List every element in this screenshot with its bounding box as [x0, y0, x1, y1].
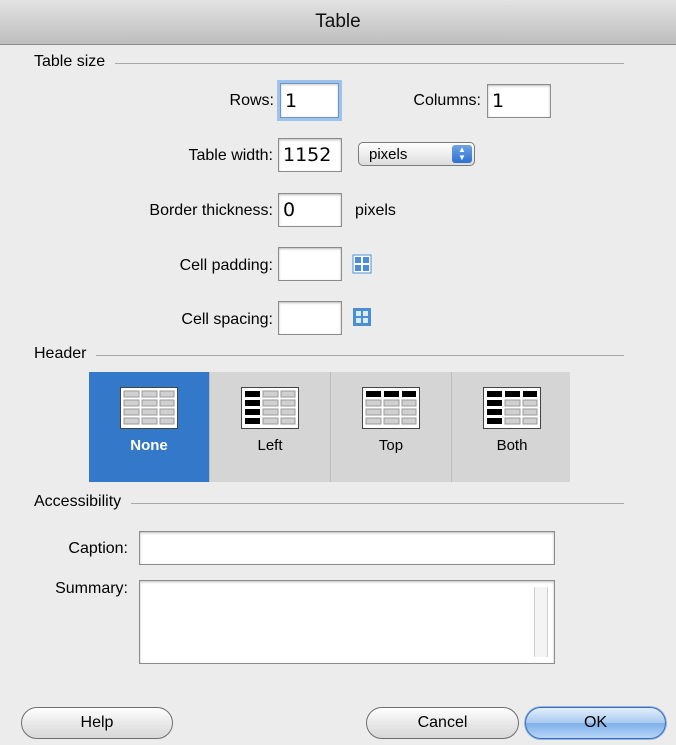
window-title: Table — [315, 11, 361, 32]
header-option-top[interactable]: Top — [331, 372, 451, 482]
header-option-label: Top — [378, 437, 404, 454]
table-size-heading: Table size — [34, 53, 106, 70]
table-size-section: Table size — [34, 53, 624, 71]
table-width-label: Table width: — [188, 147, 274, 164]
header-option-both[interactable]: Both — [452, 372, 572, 482]
cell-spacing-icon — [353, 308, 371, 326]
cell-padding-icon — [352, 254, 372, 274]
caption-label: Caption: — [68, 540, 128, 557]
header-section: Header — [34, 345, 624, 363]
header-option-label: Both — [496, 437, 528, 454]
ok-button-label: OK — [583, 714, 608, 731]
summary-label: Summary: — [55, 580, 128, 597]
header-option-left[interactable]: Left — [210, 372, 330, 482]
header-option-none[interactable]: None — [89, 372, 209, 482]
border-unit-label: pixels — [355, 202, 396, 219]
width-unit-select[interactable]: pixels ▲ ▼ — [358, 142, 475, 166]
section-divider — [96, 354, 624, 356]
table-width-input[interactable] — [278, 138, 342, 172]
help-button-label: Help — [80, 714, 114, 731]
header-option-label: None — [130, 437, 168, 454]
accessibility-heading: Accessibility — [34, 493, 122, 510]
header-option-label: Left — [257, 437, 283, 454]
accessibility-section: Accessibility — [34, 493, 624, 511]
table-dialog: Table Table size Rows: Columns: Table wi… — [0, 0, 676, 745]
cell-padding-label: Cell padding: — [179, 257, 273, 274]
header-both-icon — [483, 387, 541, 429]
summary-textarea[interactable] — [139, 580, 555, 664]
updown-arrows-icon: ▲ ▼ — [452, 145, 472, 163]
section-divider — [131, 502, 624, 504]
help-button[interactable]: Help — [21, 707, 173, 739]
header-heading: Header — [34, 345, 87, 362]
header-none-icon — [120, 387, 178, 429]
ok-button[interactable]: OK — [525, 707, 666, 739]
cell-spacing-label: Cell spacing: — [181, 311, 273, 328]
border-thickness-input[interactable] — [278, 193, 342, 227]
section-divider — [115, 62, 624, 64]
header-options: None Left Top Both — [89, 372, 570, 482]
border-thickness-label: Border thickness: — [149, 202, 273, 219]
header-left-icon — [241, 387, 299, 429]
columns-label: Columns: — [413, 92, 481, 109]
cell-spacing-input[interactable] — [278, 301, 342, 335]
cancel-button-label: Cancel — [417, 714, 468, 731]
summary-scrollbar[interactable] — [534, 587, 548, 657]
cancel-button[interactable]: Cancel — [366, 707, 519, 739]
caption-input[interactable] — [139, 531, 555, 565]
title-bar[interactable]: Table — [0, 0, 676, 45]
rows-input[interactable] — [280, 83, 339, 118]
columns-input[interactable] — [487, 84, 551, 118]
width-unit-value: pixels — [369, 145, 408, 163]
rows-label: Rows: — [229, 92, 274, 109]
header-top-icon — [362, 387, 420, 429]
cell-padding-input[interactable] — [278, 247, 342, 281]
